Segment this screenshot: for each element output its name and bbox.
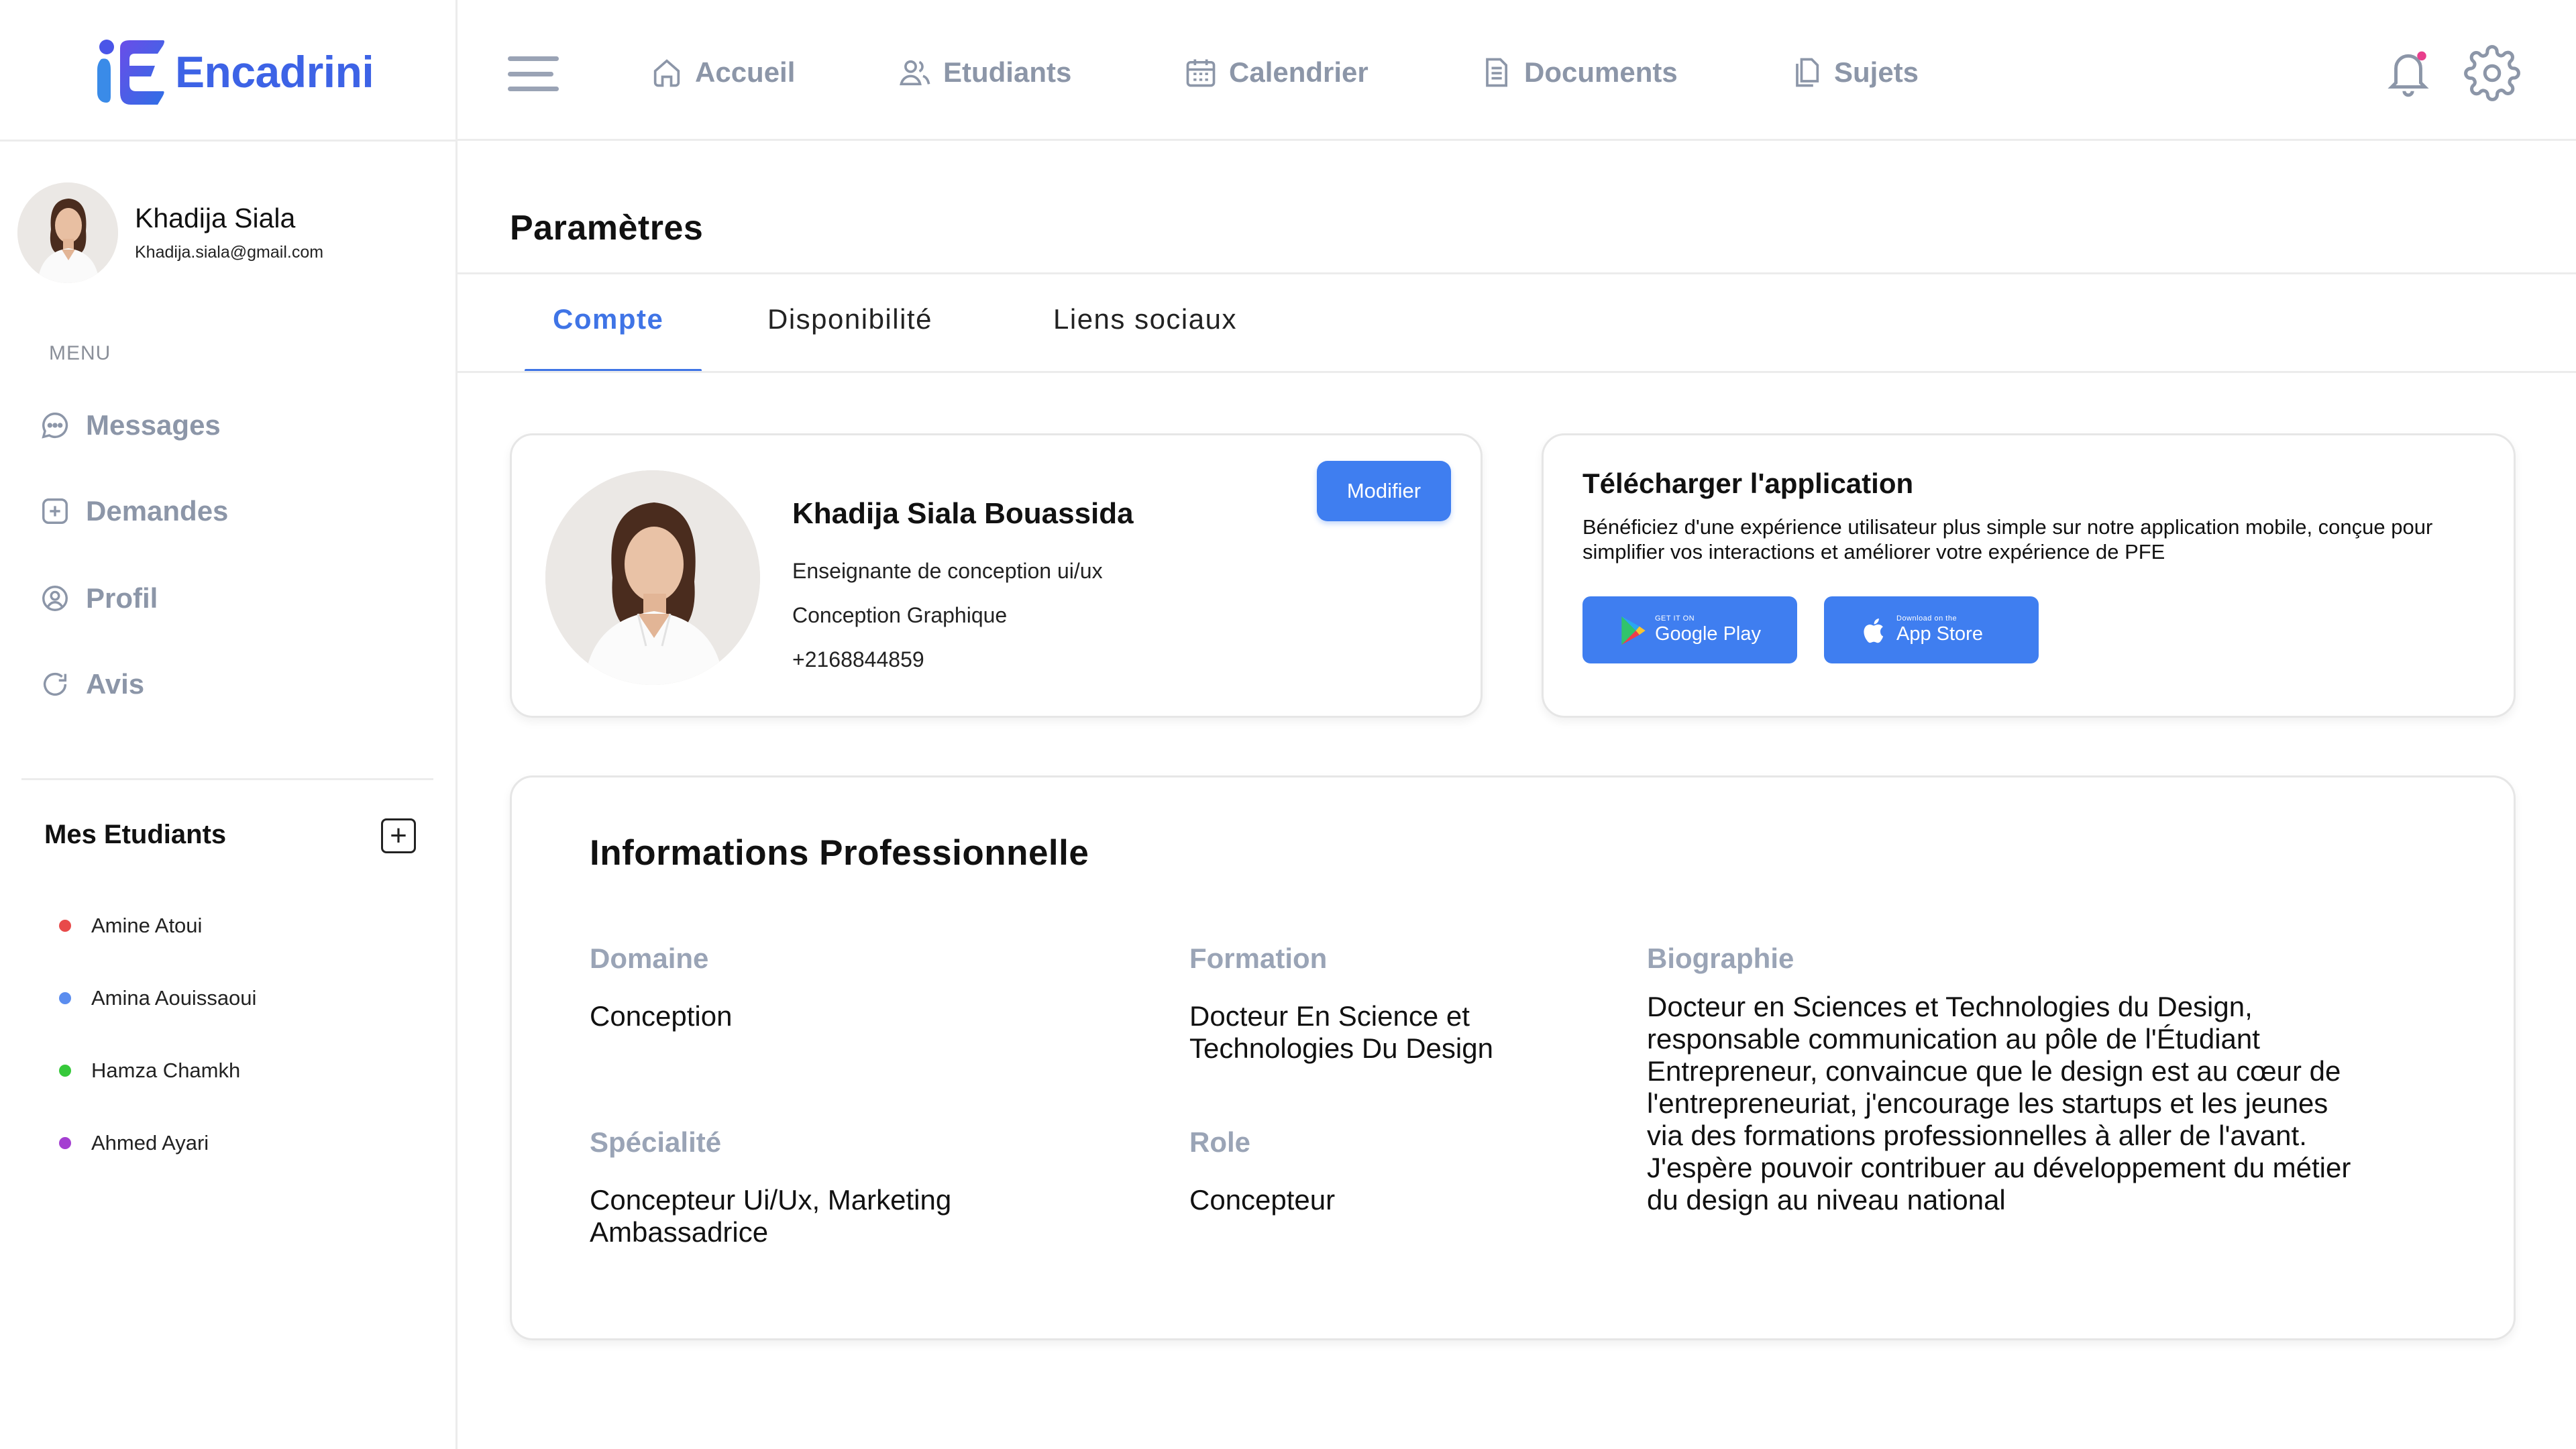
app-download-title: Télécharger l'application	[1582, 468, 1914, 499]
logo-icon	[91, 32, 170, 111]
sidebar-item-avis[interactable]: Avis	[38, 667, 144, 702]
role-label: Role	[1189, 1126, 1251, 1158]
status-dot	[59, 992, 71, 1004]
profile-role: Enseignante de conception ui/ux	[792, 559, 1103, 583]
profile-phone: +2168844859	[792, 647, 924, 672]
nav-documents[interactable]: Documents	[1479, 48, 1678, 97]
status-dot	[59, 920, 71, 932]
user-email: Khadija.siala@gmail.com	[135, 243, 324, 262]
nav-label: Documents	[1524, 56, 1678, 88]
domaine-label: Domaine	[590, 943, 709, 974]
students-title: Mes Etudiants	[44, 820, 227, 849]
divider	[458, 272, 2576, 274]
sidebar-item-label: Demandes	[86, 495, 229, 527]
student-name: Amine Atoui	[91, 914, 203, 937]
sidebar-item-label: Profil	[86, 582, 158, 614]
formation-label: Formation	[1189, 943, 1328, 974]
user-name: Khadija Siala	[135, 202, 296, 233]
tab-disponibilite[interactable]: Disponibilité	[767, 303, 932, 335]
profile-photo	[545, 470, 760, 685]
app-store-small-text: Download on the	[1896, 614, 1957, 623]
tab-liens-sociaux[interactable]: Liens sociaux	[1053, 303, 1237, 335]
home-icon	[653, 59, 680, 87]
users-icon	[900, 60, 930, 86]
tab-compte[interactable]: Compte	[553, 303, 663, 335]
profile-card: Khadija Siala Bouassida Enseignante de c…	[510, 433, 1483, 718]
google-play-icon	[1621, 616, 1646, 645]
plus-square-icon	[38, 494, 72, 529]
app-store-big-text: App Store	[1896, 623, 1983, 645]
student-name: Ahmed Ayari	[91, 1131, 209, 1155]
nav-etudiants[interactable]: Etudiants	[898, 48, 1071, 97]
hamburger-menu-icon[interactable]	[508, 56, 559, 91]
domaine-value: Conception	[590, 1000, 733, 1032]
chat-icon	[38, 408, 72, 443]
profile-name: Khadija Siala Bouassida	[792, 497, 1134, 530]
profile-field: Conception Graphique	[792, 603, 1008, 627]
nav-sujets[interactable]: Sujets	[1788, 48, 1919, 97]
divider	[21, 778, 433, 780]
professional-info-card: Informations Professionnelle Domaine Con…	[510, 775, 2516, 1340]
user-profile[interactable]: Khadija Siala Khadija.siala@gmail.com	[17, 182, 323, 283]
student-name: Amina Aouissaoui	[91, 986, 257, 1010]
student-item[interactable]: Amina Aouissaoui	[59, 986, 256, 1010]
student-item[interactable]: Hamza Chamkh	[59, 1059, 240, 1083]
top-navbar: Accueil Etudiants Calendrier Documents S…	[458, 0, 2576, 141]
calendar-icon	[1186, 59, 1216, 87]
settings-gear-icon[interactable]	[2463, 44, 2521, 102]
google-play-button[interactable]: GET IT ON Google Play	[1582, 596, 1797, 663]
status-dot	[59, 1137, 71, 1149]
divider	[0, 140, 458, 142]
status-dot	[59, 1065, 71, 1077]
biographie-label: Biographie	[1647, 943, 1794, 974]
biographie-value: Docteur en Sciences et Technologies du D…	[1647, 991, 2351, 1216]
notification-bell-icon[interactable]	[2383, 46, 2434, 99]
user-circle-icon	[38, 581, 72, 616]
apple-icon	[1864, 618, 1884, 643]
google-play-small-text: GET IT ON	[1655, 614, 1695, 623]
professional-info-title: Informations Professionnelle	[590, 833, 1089, 873]
nav-calendrier[interactable]: Calendrier	[1183, 48, 1368, 97]
nav-label: Etudiants	[943, 56, 1072, 88]
app-store-button[interactable]: Download on the App Store	[1824, 596, 2039, 663]
logo-text: Encadrini	[175, 47, 374, 97]
student-item[interactable]: Amine Atoui	[59, 914, 202, 938]
nav-label: Accueil	[695, 56, 796, 88]
sidebar: Encadrini Khadija Siala Khadija.siala@gm…	[0, 0, 458, 1449]
modify-button[interactable]: Modifier	[1317, 461, 1451, 521]
avatar	[17, 182, 118, 283]
student-name: Hamza Chamkh	[91, 1059, 241, 1082]
page-title: Paramètres	[510, 209, 704, 248]
app-download-card: Télécharger l'application Bénéficiez d'u…	[1542, 433, 2516, 718]
sidebar-item-label: Avis	[86, 668, 145, 700]
copy-icon	[1796, 58, 1819, 87]
sidebar-item-messages[interactable]: Messages	[38, 408, 221, 443]
formation-value: Docteur En Science et Technologies Du De…	[1189, 1000, 1493, 1064]
sidebar-item-profil[interactable]: Profil	[38, 581, 158, 616]
student-item[interactable]: Ahmed Ayari	[59, 1131, 209, 1155]
menu-label: MENU	[49, 342, 111, 364]
specialite-label: Spécialité	[590, 1126, 722, 1158]
nav-accueil[interactable]: Accueil	[649, 48, 795, 97]
add-student-button[interactable]: +	[381, 818, 416, 853]
sidebar-item-demandes[interactable]: Demandes	[38, 494, 228, 529]
app-logo[interactable]: Encadrini	[91, 32, 374, 111]
app-download-description: Bénéficiez d'une expérience utilisateur …	[1582, 515, 2433, 564]
document-icon	[1486, 58, 1508, 87]
refresh-icon	[38, 667, 72, 702]
nav-label: Calendrier	[1229, 56, 1368, 88]
nav-label: Sujets	[1834, 56, 1919, 88]
specialite-value: Concepteur Ui/Ux, Marketing Ambassadrice	[590, 1184, 952, 1248]
role-value: Concepteur	[1189, 1184, 1336, 1216]
sidebar-item-label: Messages	[86, 409, 221, 441]
google-play-big-text: Google Play	[1655, 623, 1761, 645]
divider	[458, 371, 2576, 373]
